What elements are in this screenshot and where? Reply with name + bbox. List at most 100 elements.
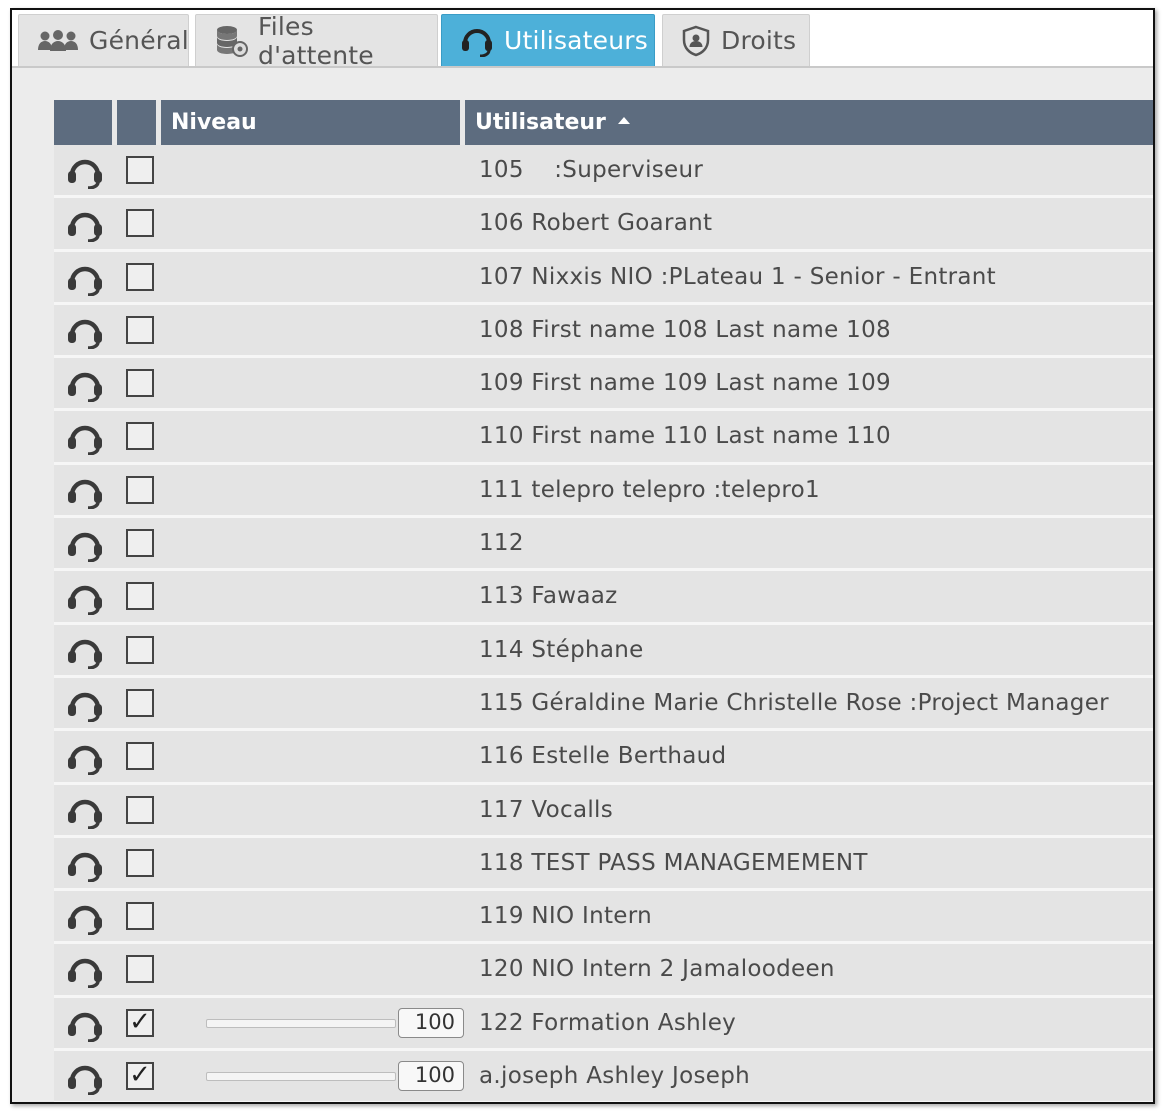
sort-ascending-icon <box>617 116 630 124</box>
checkmark-icon: ✓ <box>129 1006 151 1037</box>
headset-icon <box>66 528 104 566</box>
user-name: 106 Robert Goarant <box>479 210 713 237</box>
table-row[interactable]: 112 <box>54 518 1153 572</box>
table-row[interactable]: 113 Fawaaz <box>54 571 1153 625</box>
row-checkbox[interactable] <box>126 422 154 451</box>
row-checkbox[interactable] <box>126 156 154 184</box>
headset-icon <box>66 368 104 406</box>
headset-icon <box>66 1008 104 1046</box>
user-name: 117 Vocalls <box>479 796 614 823</box>
table-row[interactable]: 119 NIO Intern <box>54 891 1153 945</box>
row-checkbox[interactable] <box>126 582 154 611</box>
level-input[interactable]: 100 <box>398 1061 464 1092</box>
table-row[interactable]: 108 First name 108 Last name 108 <box>54 304 1153 359</box>
user-name: 108 First name 108 Last name 108 <box>479 316 891 343</box>
headset-icon <box>66 581 104 619</box>
headset-icon <box>66 421 104 459</box>
users-grid: Niveau Utilisateur 105 :Superviseur 106 R… <box>54 100 1153 1102</box>
headset-icon <box>66 315 104 353</box>
row-checkbox[interactable] <box>126 635 154 664</box>
table-row[interactable]: 105 :Superviseur <box>54 145 1153 199</box>
table-row[interactable]: 109 First name 109 Last name 109 <box>54 358 1153 412</box>
tab-droits[interactable]: Droits <box>662 14 810 66</box>
user-name: 119 NIO Intern <box>479 903 652 930</box>
row-checkbox[interactable] <box>126 955 154 984</box>
user-name: 111 telepro telepro :telepro1 <box>479 476 820 503</box>
tab-bar: Général Files d'attente Utilisateurs Dro… <box>12 10 1153 70</box>
user-name: 112 <box>479 530 524 557</box>
table-row[interactable]: 114 Stéphane <box>54 624 1153 678</box>
users-icon <box>37 28 79 54</box>
headset-icon <box>66 635 104 673</box>
tab-label: Général <box>89 26 189 55</box>
grid-header: Niveau Utilisateur <box>54 100 1153 145</box>
tab-label: Utilisateurs <box>504 26 649 55</box>
level-slider[interactable] <box>206 1018 396 1028</box>
column-header-label: Utilisateur <box>475 110 606 135</box>
user-name: 105 :Superviseur <box>479 157 704 183</box>
tab-label: Droits <box>721 26 797 55</box>
table-row[interactable]: 110 First name 110 Last name 110 <box>54 411 1153 465</box>
shield-icon <box>681 25 711 57</box>
level-slider[interactable] <box>206 1072 396 1082</box>
table-row[interactable]: 111 telepro telepro :telepro1 <box>54 464 1153 519</box>
headset-icon <box>66 155 104 193</box>
table-row[interactable]: 106 Robert Goarant <box>54 198 1153 252</box>
tab-utilisateurs[interactable]: Utilisateurs <box>441 14 655 66</box>
column-header-niveau[interactable]: Niveau <box>171 100 257 145</box>
row-checkbox[interactable] <box>126 369 154 398</box>
table-row[interactable]: 120 NIO Intern 2 Jamaloodeen <box>54 944 1153 998</box>
row-checkbox[interactable] <box>126 529 154 558</box>
tab-panel-utilisateurs: Niveau Utilisateur 105 :Superviseur 106 R… <box>12 68 1153 1102</box>
level-input[interactable]: 100 <box>398 1007 464 1038</box>
user-name: 120 NIO Intern 2 Jamaloodeen <box>479 956 835 983</box>
table-row[interactable]: 107 Nixxis NIO :PLateau 1 - Senior - Ent… <box>54 251 1153 305</box>
table-row[interactable]: ✓ 100 a.joseph Ashley Joseph <box>54 1051 1153 1102</box>
checkmark-icon: ✓ <box>129 1060 151 1091</box>
user-name: 113 Fawaaz <box>479 583 618 610</box>
row-checkbox[interactable] <box>126 848 154 877</box>
headset-icon <box>66 795 104 833</box>
headset-icon <box>66 1061 104 1099</box>
row-checkbox[interactable]: ✓ <box>126 1060 154 1091</box>
row-checkbox[interactable] <box>126 795 154 824</box>
table-row[interactable]: 115 Géraldine Marie Christelle Rose :Pro… <box>54 677 1153 732</box>
headset-icon <box>460 25 494 57</box>
user-name: 122 Formation Ashley <box>479 1009 737 1036</box>
row-checkbox[interactable] <box>126 475 154 504</box>
window-frame: Général Files d'attente Utilisateurs Dro… <box>10 8 1155 1104</box>
headset-icon <box>66 954 104 992</box>
user-name: 110 First name 110 Last name 110 <box>479 423 891 450</box>
user-name: 107 Nixxis NIO :PLateau 1 - Senior - Ent… <box>479 263 996 290</box>
user-name: 109 First name 109 Last name 109 <box>479 370 891 397</box>
table-row[interactable]: 117 Vocalls <box>54 784 1153 838</box>
headset-icon <box>66 475 104 513</box>
headset-icon <box>66 848 104 886</box>
headset-icon <box>66 741 104 779</box>
database-icon <box>214 24 248 58</box>
column-header-utilisateur[interactable]: Utilisateur <box>475 100 630 145</box>
grid-rows: 105 :Superviseur 106 Robert Goarant 107 Ni… <box>54 145 1153 1102</box>
user-name: 116 Estelle Berthaud <box>479 743 727 770</box>
user-name: 118 TEST PASS MANAGEMEMENT <box>479 849 868 876</box>
row-checkbox[interactable] <box>126 688 154 717</box>
row-checkbox[interactable] <box>126 742 154 771</box>
tab-label: Files d'attente <box>258 11 374 70</box>
row-checkbox[interactable]: ✓ <box>126 1006 154 1037</box>
headset-icon <box>66 688 104 726</box>
row-checkbox[interactable] <box>126 262 154 291</box>
headset-icon <box>66 901 104 939</box>
table-row[interactable]: 118 TEST PASS MANAGEMEMENT <box>54 837 1153 892</box>
row-checkbox[interactable] <box>126 902 154 931</box>
table-row[interactable]: 116 Estelle Berthaud <box>54 731 1153 785</box>
tab-general[interactable]: Général <box>18 14 189 66</box>
row-checkbox[interactable] <box>126 315 154 344</box>
user-name: 115 Géraldine Marie Christelle Rose :Pro… <box>479 689 1109 716</box>
user-name: a.joseph Ashley Joseph <box>479 1063 751 1090</box>
headset-icon <box>66 262 104 300</box>
table-row[interactable]: ✓ 100 122 Formation Ashley <box>54 997 1153 1052</box>
row-checkbox[interactable] <box>126 209 154 238</box>
headset-icon <box>66 208 104 246</box>
tab-files-attente[interactable]: Files d'attente <box>195 12 438 70</box>
user-name: 114 Stéphane <box>479 636 644 663</box>
